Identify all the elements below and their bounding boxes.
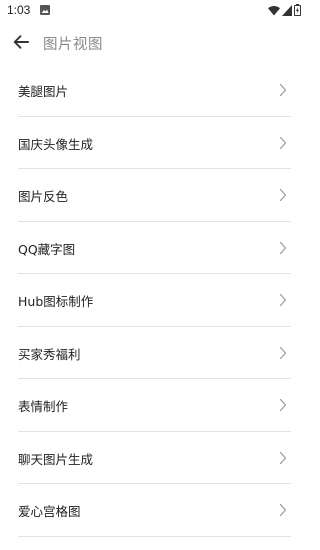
chevron-right-icon xyxy=(279,451,287,464)
list-item[interactable]: 表情制作 xyxy=(0,379,309,432)
wifi-icon xyxy=(268,5,280,15)
list-item[interactable]: 爱心宫格图 xyxy=(0,484,309,537)
status-bar: 1:03 xyxy=(0,0,309,22)
list-item[interactable]: 国庆头像生成 xyxy=(0,117,309,169)
list-item-label: 表情制作 xyxy=(18,399,69,414)
arrow-left-icon xyxy=(13,35,29,49)
signal-icon xyxy=(282,4,292,16)
page-title: 图片视图 xyxy=(43,37,103,53)
list-item-label: 买家秀福利 xyxy=(18,346,81,362)
chevron-right-icon xyxy=(279,503,287,517)
chevron-right-icon xyxy=(279,293,287,307)
back-button[interactable] xyxy=(9,30,33,54)
list-item-label: 美腿图片 xyxy=(18,84,69,99)
divider xyxy=(18,535,291,537)
list-item-label: 聊天图片生成 xyxy=(18,451,94,467)
list-item-label: 图片反色 xyxy=(18,189,69,204)
app-header: 图片视图 xyxy=(0,22,309,64)
status-icons xyxy=(268,4,301,16)
chevron-right-icon xyxy=(279,241,287,254)
chevron-right-icon xyxy=(279,346,287,359)
list-item-label: QQ藏字图 xyxy=(18,241,76,257)
list-item-label: Hub图标制作 xyxy=(18,294,94,309)
list-item[interactable]: 美腿图片 xyxy=(0,64,309,117)
list-item-label: 爱心宫格图 xyxy=(18,504,81,519)
battery-icon xyxy=(294,4,301,16)
menu-list: 美腿图片 国庆头像生成 图片反色 QQ藏字图 Hub图标制作 买家秀福利 表情制… xyxy=(0,64,309,537)
chevron-right-icon xyxy=(279,188,287,202)
list-item-label: 国庆头像生成 xyxy=(18,136,94,152)
status-time: 1:03 xyxy=(7,3,31,17)
chevron-right-icon xyxy=(279,136,287,149)
list-item[interactable]: 图片反色 xyxy=(0,169,309,222)
list-item[interactable]: Hub图标制作 xyxy=(0,274,309,327)
list-item[interactable]: 聊天图片生成 xyxy=(0,432,309,484)
list-item[interactable]: QQ藏字图 xyxy=(0,222,309,274)
photo-icon xyxy=(40,5,50,15)
list-item[interactable]: 买家秀福利 xyxy=(0,327,309,379)
chevron-right-icon xyxy=(279,398,287,412)
chevron-right-icon xyxy=(279,83,287,97)
